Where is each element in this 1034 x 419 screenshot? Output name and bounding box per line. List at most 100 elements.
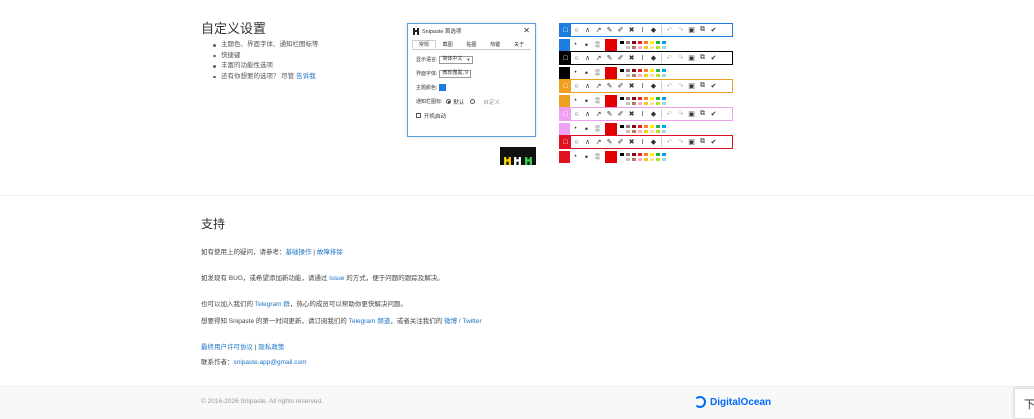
size-small-icon[interactable]: • bbox=[570, 67, 581, 79]
check-icon[interactable]: ✔ bbox=[708, 108, 719, 120]
mosaic-icon[interactable]: ✖ bbox=[626, 80, 637, 92]
polyline-icon[interactable]: ∧ bbox=[582, 136, 593, 148]
eraser-icon[interactable]: ◆ bbox=[648, 108, 659, 120]
current-color-swatch[interactable] bbox=[605, 123, 617, 135]
text-icon[interactable]: I bbox=[637, 24, 648, 36]
marker-icon[interactable]: ✐ bbox=[615, 136, 626, 148]
marker-icon[interactable]: ✐ bbox=[615, 52, 626, 64]
redo-icon[interactable]: ↷ bbox=[675, 52, 686, 64]
mosaic-icon[interactable]: ✖ bbox=[626, 52, 637, 64]
mosaic-icon[interactable]: ✖ bbox=[626, 108, 637, 120]
pattern-icon[interactable]: ▒ bbox=[592, 151, 603, 163]
ellipse-icon[interactable]: ○ bbox=[571, 52, 582, 64]
marker-icon[interactable]: ✐ bbox=[615, 80, 626, 92]
redo-icon[interactable]: ↷ bbox=[675, 136, 686, 148]
tab-about[interactable]: 关于 bbox=[507, 40, 531, 49]
copy-icon[interactable]: ⧉ bbox=[697, 24, 708, 36]
pattern-icon[interactable]: ▒ bbox=[592, 123, 603, 135]
copy-icon[interactable]: ⧉ bbox=[697, 52, 708, 64]
digitalocean-link[interactable]: DigitalOcean bbox=[694, 396, 771, 408]
undo-icon[interactable]: ↶ bbox=[664, 108, 675, 120]
tab-hotkeys[interactable]: 热键 bbox=[483, 40, 507, 49]
check-icon[interactable]: ✔ bbox=[708, 136, 719, 148]
pencil-icon[interactable]: ✎ bbox=[604, 136, 615, 148]
tray-default-radio[interactable] bbox=[446, 99, 452, 104]
copy-icon[interactable]: ⧉ bbox=[697, 80, 708, 92]
close-icon[interactable]: ✕ bbox=[523, 27, 530, 35]
ellipse-icon[interactable]: ○ bbox=[571, 24, 582, 36]
undo-icon[interactable]: ↶ bbox=[664, 136, 675, 148]
size-small-icon[interactable]: • bbox=[570, 95, 581, 107]
pencil-icon[interactable]: ✎ bbox=[604, 24, 615, 36]
eraser-icon[interactable]: ◆ bbox=[648, 136, 659, 148]
twitter-link[interactable]: Twitter bbox=[463, 318, 482, 325]
telegram-group-link[interactable]: Telegram 群 bbox=[255, 301, 290, 308]
tab-paste[interactable]: 贴图 bbox=[460, 40, 484, 49]
undo-icon[interactable]: ↶ bbox=[664, 80, 675, 92]
size-small-icon[interactable]: • bbox=[570, 151, 581, 163]
copy-icon[interactable]: ⧉ bbox=[697, 136, 708, 148]
text-icon[interactable]: I bbox=[637, 108, 648, 120]
eraser-icon[interactable]: ◆ bbox=[648, 52, 659, 64]
ellipse-icon[interactable]: ○ bbox=[571, 136, 582, 148]
contact-email-link[interactable]: snipaste.app@gmail.com bbox=[234, 359, 307, 366]
tab-capture[interactable]: 截图 bbox=[436, 40, 460, 49]
palette-color[interactable] bbox=[661, 45, 667, 50]
save-icon[interactable]: ▣ bbox=[686, 24, 697, 36]
eula-link[interactable]: 最终用户许可协议 bbox=[201, 344, 253, 351]
arrow-icon[interactable]: ↗ bbox=[593, 108, 604, 120]
text-icon[interactable]: I bbox=[637, 52, 648, 64]
size-small-icon[interactable]: • bbox=[570, 39, 581, 51]
palette-color[interactable] bbox=[661, 157, 667, 162]
pattern-icon[interactable]: ▒ bbox=[592, 95, 603, 107]
size-medium-icon[interactable]: • bbox=[581, 123, 592, 135]
text-icon[interactable]: I bbox=[637, 136, 648, 148]
pencil-icon[interactable]: ✎ bbox=[604, 80, 615, 92]
size-medium-icon[interactable]: • bbox=[581, 95, 592, 107]
ellipse-icon[interactable]: ○ bbox=[571, 108, 582, 120]
rect-icon[interactable]: □ bbox=[560, 136, 571, 148]
ellipse-icon[interactable]: ○ bbox=[571, 80, 582, 92]
marker-icon[interactable]: ✐ bbox=[615, 24, 626, 36]
privacy-link[interactable]: 隐私政策 bbox=[258, 344, 284, 351]
arrow-icon[interactable]: ↗ bbox=[593, 24, 604, 36]
troubleshooting-link[interactable]: 故障排除 bbox=[317, 249, 343, 256]
tab-general[interactable]: 常规 bbox=[412, 40, 436, 49]
tray-custom-radio[interactable] bbox=[470, 99, 476, 104]
save-icon[interactable]: ▣ bbox=[686, 80, 697, 92]
arrow-icon[interactable]: ↗ bbox=[593, 80, 604, 92]
text-icon[interactable]: I bbox=[637, 80, 648, 92]
check-icon[interactable]: ✔ bbox=[708, 24, 719, 36]
palette-color[interactable] bbox=[661, 73, 667, 78]
arrow-icon[interactable]: ↗ bbox=[593, 136, 604, 148]
copy-icon[interactable]: ⧉ bbox=[697, 108, 708, 120]
current-color-swatch[interactable] bbox=[605, 39, 617, 51]
issue-link[interactable]: issue bbox=[329, 275, 344, 282]
arrow-icon[interactable]: ↗ bbox=[593, 52, 604, 64]
save-icon[interactable]: ▣ bbox=[686, 108, 697, 120]
pencil-icon[interactable]: ✎ bbox=[604, 108, 615, 120]
eraser-icon[interactable]: ◆ bbox=[648, 24, 659, 36]
palette-color[interactable] bbox=[661, 101, 667, 106]
pattern-icon[interactable]: ▒ bbox=[592, 39, 603, 51]
size-medium-icon[interactable]: • bbox=[581, 39, 592, 51]
eraser-icon[interactable]: ◆ bbox=[648, 80, 659, 92]
current-color-swatch[interactable] bbox=[605, 95, 617, 107]
marker-icon[interactable]: ✐ bbox=[615, 108, 626, 120]
polyline-icon[interactable]: ∧ bbox=[582, 80, 593, 92]
language-select[interactable]: 简体中文 ▼ bbox=[439, 55, 474, 64]
redo-icon[interactable]: ↷ bbox=[675, 108, 686, 120]
save-icon[interactable]: ▣ bbox=[686, 136, 697, 148]
current-color-swatch[interactable] bbox=[605, 151, 617, 163]
undo-icon[interactable]: ↶ bbox=[664, 52, 675, 64]
size-medium-icon[interactable]: • bbox=[581, 67, 592, 79]
palette-color[interactable] bbox=[661, 129, 667, 134]
scroll-down-button[interactable]: 下 bbox=[1014, 388, 1034, 419]
size-small-icon[interactable]: • bbox=[570, 123, 581, 135]
pencil-icon[interactable]: ✎ bbox=[604, 52, 615, 64]
check-icon[interactable]: ✔ bbox=[708, 80, 719, 92]
tell-us-link[interactable]: 告诉我 bbox=[296, 73, 316, 80]
telegram-channel-link[interactable]: Telegram 频道 bbox=[349, 318, 391, 325]
check-icon[interactable]: ✔ bbox=[708, 52, 719, 64]
polyline-icon[interactable]: ∧ bbox=[582, 52, 593, 64]
